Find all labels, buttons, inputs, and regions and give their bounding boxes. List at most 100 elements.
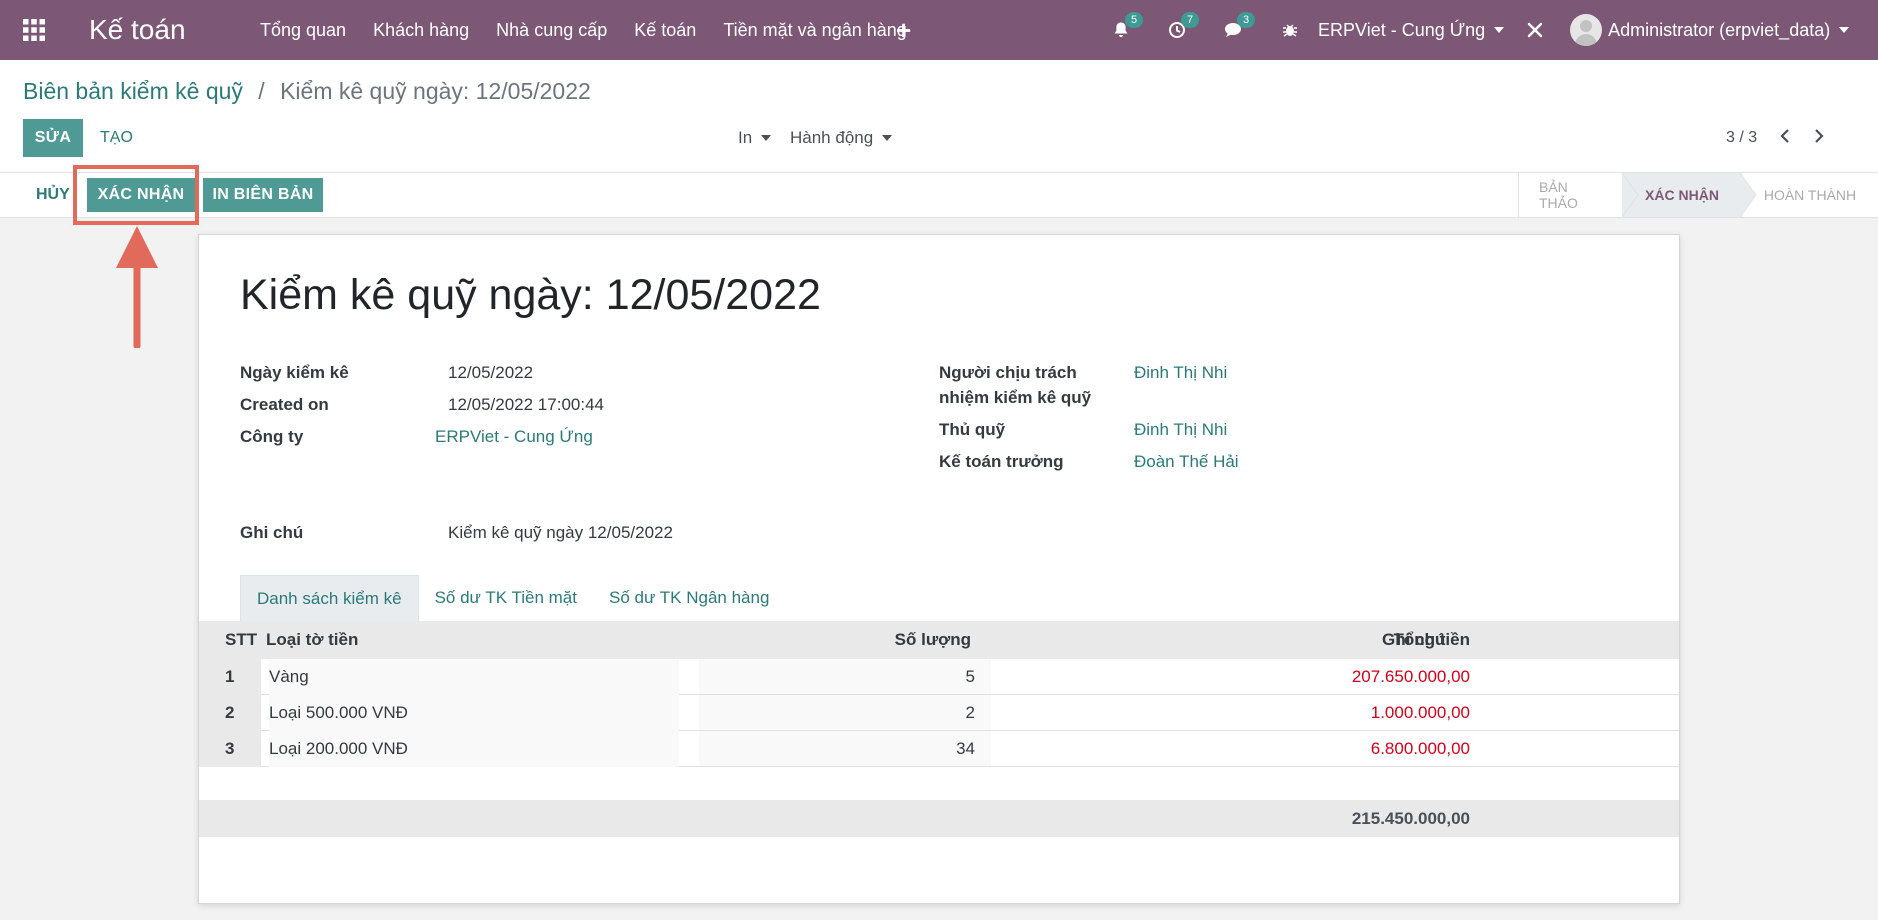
chevron-down-icon [761, 135, 772, 141]
stage-draft[interactable]: BẢN THẢO [1518, 173, 1622, 217]
notifications-badge: 5 [1125, 12, 1144, 28]
activities-badge: 7 [1181, 12, 1200, 28]
menu-item-vendors[interactable]: Nhà cung cấp [496, 20, 607, 41]
tools-icon[interactable] [1526, 21, 1544, 39]
row-type-cell: Loại 500.000 VNĐ [269, 695, 679, 731]
menu-item-customers[interactable]: Khách hàng [373, 20, 469, 41]
record-title: Kiểm kê quỹ ngày: 12/05/2022 [240, 271, 821, 319]
row-index: 3 [199, 731, 261, 767]
pager-value[interactable]: 3 / 3 [1726, 129, 1757, 147]
table-row[interactable]: 2 Loại 500.000 VNĐ 2 1.000.000,00 [199, 695, 1679, 731]
messages-badge: 3 [1237, 12, 1256, 28]
plus-icon[interactable]: + [896, 0, 911, 60]
print-dropdown[interactable]: In [738, 119, 772, 157]
field-value-chief-accountant-link[interactable]: Đoàn Thế Hải [1134, 449, 1239, 474]
annotation-highlight-box [73, 165, 199, 225]
field-label-chief-accountant: Kế toán trưởng [939, 452, 1064, 471]
row-total: 6.800.000,00 [1370, 738, 1470, 758]
column-header-type[interactable]: Loại tờ tiền [266, 621, 358, 659]
company-name: ERPViet - Cung Ứng [1318, 19, 1486, 40]
status-bar: HỦY XÁC NHẬN IN BIÊN BẢN BẢN THẢO XÁC NH… [0, 172, 1878, 218]
app-title[interactable]: Kế toán [89, 0, 186, 60]
notifications-bell-icon[interactable]: 5 [1112, 12, 1144, 39]
tab-bank-account-balance[interactable]: Số dư TK Ngân hàng [593, 575, 785, 621]
chevron-down-icon [1494, 27, 1505, 33]
action-dropdown-label: Hành động [790, 128, 874, 147]
row-qty: 2 [699, 695, 991, 730]
stage-confirmed: XÁC NHẬN [1622, 173, 1742, 217]
notebook-tabs: Danh sách kiểm kê Số dư TK Tiền mặt Số d… [240, 575, 785, 621]
field-label-responsible: Người chịu trách nhiệm kiểm kê quỹ [939, 363, 1092, 407]
chevron-down-icon [1839, 27, 1850, 33]
table-row[interactable]: 3 Loại 200.000 VNĐ 34 6.800.000,00 [199, 731, 1679, 767]
action-dropdown[interactable]: Hành động [790, 119, 893, 157]
messages-chat-icon[interactable]: 3 [1224, 12, 1256, 39]
row-type-cell: Vàng [269, 659, 679, 695]
activities-clock-icon[interactable]: 7 [1168, 12, 1200, 39]
table-header: STT Loại tờ tiền Số lượng Tổng tiền Ghi … [199, 621, 1679, 659]
breadcrumb-parent-link[interactable]: Biên bản kiểm kê quỹ [23, 78, 243, 104]
row-type-cell: Loại 200.000 VNĐ [269, 731, 679, 767]
print-report-button[interactable]: IN BIÊN BẢN [203, 178, 323, 212]
row-index: 2 [199, 695, 261, 731]
column-header-qty[interactable]: Số lượng [799, 621, 971, 659]
systray: 5 7 3 ERPViet - Cung Ứng Administrator (… [1112, 0, 1850, 60]
column-header-stt[interactable]: STT [225, 621, 257, 659]
table-footer-total: 215.450.000,00 [199, 800, 1679, 837]
status-stages: BẢN THẢO XÁC NHẬN HOÀN THÀNH [1518, 173, 1878, 217]
user-menu[interactable]: Administrator (erpviet_data) [1570, 14, 1850, 46]
cancel-button[interactable]: HỦY [36, 181, 70, 209]
chevron-down-icon [882, 135, 893, 141]
row-type: Vàng [269, 667, 309, 686]
row-total: 1.000.000,00 [1370, 702, 1470, 722]
pager: 3 / 3 [1726, 119, 1825, 157]
user-name: Administrator (erpviet_data) [1608, 19, 1831, 40]
field-label-company: Công ty [240, 427, 304, 446]
pager-next-icon[interactable] [1813, 127, 1825, 150]
field-value-responsible-link[interactable]: Đinh Thị Nhi [1134, 360, 1227, 385]
row-total: 207.650.000,00 [1351, 666, 1470, 686]
breadcrumb-current: Kiểm kê quỹ ngày: 12/05/2022 [280, 78, 591, 104]
breadcrumb: Biên bản kiểm kê quỹ / Kiểm kê quỹ ngày:… [23, 78, 591, 105]
apps-menu-icon[interactable] [22, 0, 48, 60]
breadcrumb-separator: / [258, 78, 265, 104]
avatar [1570, 14, 1603, 46]
grand-total: 215.450.000,00 [1351, 808, 1470, 828]
top-navbar: Kế toán Tổng quan Khách hàng Nhà cung cấ… [0, 0, 1878, 60]
menu-item-overview[interactable]: Tổng quan [260, 20, 346, 41]
stage-divider-left [1622, 173, 1639, 217]
field-label-note: Ghi chú [240, 523, 304, 542]
create-button[interactable]: TẠO [100, 119, 133, 157]
field-label-check-date: Ngày kiểm kê [240, 363, 349, 382]
row-type: Loại 500.000 VNĐ [269, 703, 408, 722]
tab-check-list[interactable]: Danh sách kiểm kê [240, 575, 419, 621]
company-switcher[interactable]: ERPViet - Cung Ứng [1318, 19, 1505, 41]
check-list-table: STT Loại tờ tiền Số lượng Tổng tiền Ghi … [199, 621, 1679, 767]
edit-button[interactable]: SỬA [23, 119, 83, 157]
tab-cash-account-balance[interactable]: Số dư TK Tiền mặt [419, 575, 593, 621]
column-header-note[interactable]: Ghi chú [1382, 621, 1445, 659]
menu-item-accounting[interactable]: Kế toán [634, 20, 696, 41]
stage-divider-right [1740, 173, 1757, 217]
control-panel: Biên bản kiểm kê quỹ / Kiểm kê quỹ ngày:… [0, 60, 1878, 172]
field-label-created-on: Created on [240, 395, 329, 414]
form-sheet: Kiểm kê quỹ ngày: 12/05/2022 Ngày kiểm k… [198, 234, 1680, 904]
row-index: 1 [199, 659, 261, 695]
stage-done[interactable]: HOÀN THÀNH [1742, 173, 1878, 217]
main-menu: Tổng quan Khách hàng Nhà cung cấp Kế toá… [260, 0, 934, 60]
debug-bug-icon[interactable] [1282, 22, 1298, 38]
field-label-cashier: Thủ quỹ [939, 420, 1006, 439]
row-qty: 34 [699, 731, 991, 766]
row-type: Loại 200.000 VNĐ [269, 739, 408, 758]
field-value-cashier-link[interactable]: Đinh Thị Nhi [1134, 417, 1227, 442]
table-row[interactable]: 1 Vàng 5 207.650.000,00 [199, 659, 1679, 695]
field-value-created-on: 12/05/2022 17:00:44 [448, 395, 604, 414]
field-value-note[interactable]: Kiểm kê quỹ ngày 12/05/2022 [448, 520, 673, 545]
field-value-company-link[interactable]: ERPViet - Cung Ứng [435, 424, 593, 449]
pager-previous-icon[interactable] [1779, 127, 1791, 150]
menu-item-cash-bank[interactable]: Tiền mặt và ngân hàng [723, 20, 906, 41]
annotation-arrow-icon [116, 226, 158, 348]
field-value-check-date[interactable]: 12/05/2022 [448, 360, 533, 385]
row-qty: 5 [699, 659, 991, 694]
print-dropdown-label: In [738, 128, 753, 147]
